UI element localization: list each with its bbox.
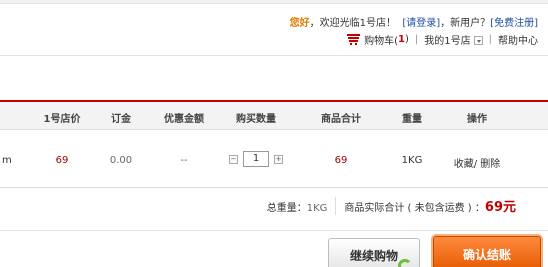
confirm-checkout-button[interactable]: 确认结账 — [433, 236, 541, 267]
cart-close: ) — [404, 34, 409, 45]
nav-separator: | — [488, 34, 492, 45]
cell-discount: -- — [180, 155, 188, 166]
login-link[interactable]: [请登录] — [402, 18, 440, 29]
divider — [0, 230, 548, 231]
summary-divider — [335, 196, 337, 215]
divider — [0, 55, 548, 56]
chevron-down-icon — [473, 36, 483, 45]
top-strip — [0, 0, 548, 4]
register-link[interactable]: [免费注册] — [490, 18, 538, 29]
shopping-cart-icon — [347, 34, 361, 45]
nav-separator: | — [414, 34, 419, 45]
my-store-link[interactable]: 我的1号店 — [424, 32, 483, 47]
column-header-quantity: 购买数量 — [236, 114, 276, 125]
divider — [0, 187, 548, 188]
order-summary: 总重量： 1KG 商品实际合计 ( 未包含运费 ) ： 69元 — [267, 196, 516, 215]
quantity-input[interactable]: 1 — [243, 151, 269, 167]
column-header-subtotal: 商品合计 — [321, 114, 361, 125]
welcome-bar: 您好，欢迎光临1号店！ [请登录]，新用户？[免费注册] — [290, 14, 538, 29]
loading-spinner-icon — [398, 259, 412, 267]
user-nav: 购物车(1) | 我的1号店 | 帮助中心 — [347, 32, 538, 47]
my-store-label: 我的1号店 — [424, 36, 471, 47]
cell-weight: 1KG — [401, 155, 423, 166]
cart-link[interactable]: 购物车(1) — [347, 32, 409, 47]
column-header-discount: 优惠金额 — [164, 114, 204, 125]
column-header-weight: 重量 — [402, 114, 422, 125]
help-center-link[interactable]: 帮助中心 — [498, 32, 538, 47]
plus-icon[interactable]: + — [274, 154, 283, 164]
new-user-text: ，新用户？ — [440, 18, 491, 29]
quantity-stepper: − 1 + — [229, 151, 283, 167]
total-weight-value: 1KG — [306, 203, 328, 214]
cart-count: 1 — [398, 34, 405, 45]
column-header-actions: 操作 — [467, 114, 487, 125]
cell-price: 69 — [55, 155, 69, 166]
actual-total-label: 商品实际合计 ( 未包含运费 ) ： — [344, 203, 485, 214]
welcome-text: ，欢迎光临1号店！ — [309, 18, 397, 29]
cell-deposit: 0.00 — [109, 155, 133, 166]
cart-label: 购物车( — [364, 36, 398, 47]
actual-total-value: 69元 — [484, 200, 516, 215]
total-weight-label: 总重量： — [266, 203, 307, 214]
cell-subtotal: 69 — [334, 155, 348, 166]
greeting-text: 您好 — [289, 18, 310, 29]
product-name-fragment[interactable]: m — [2, 155, 12, 166]
cell-actions[interactable]: 收藏/ 删除 — [454, 155, 501, 170]
column-header-deposit: 订金 — [111, 114, 131, 125]
cart-table-header: 1号店价 订金 优惠金额 购买数量 商品合计 重量 操作 — [0, 100, 548, 130]
column-header-price: 1号店价 — [43, 114, 81, 125]
minus-icon[interactable]: − — [229, 154, 238, 164]
